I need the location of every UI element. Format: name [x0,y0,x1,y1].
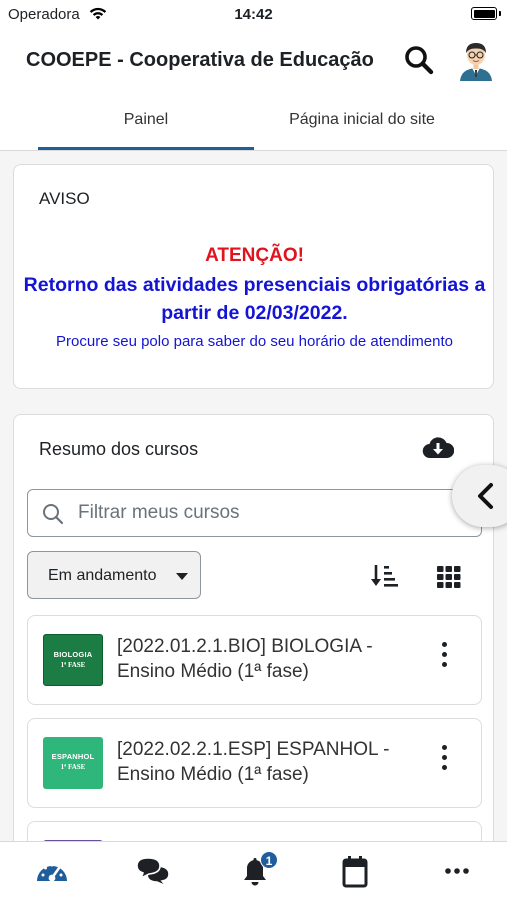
notice-block: AVISO ATENÇÃO! Retorno das atividades pr… [13,164,494,389]
course-actions-menu[interactable] [434,745,454,777]
sort-icon [371,565,398,587]
nav-notifications[interactable]: 1 [235,851,278,888]
search-button[interactable] [400,41,438,79]
notice-body: ATENÇÃO! Retorno das atividades presenci… [14,245,495,353]
open-blocks-drawer-button[interactable] [452,465,507,527]
grid-icon [437,566,461,588]
more-icon [445,868,469,874]
dashboard-icon [37,863,67,882]
notice-alert: ATENÇÃO! [205,245,304,266]
course-image-phase: 1ª FASE [60,763,86,771]
course-image: ESPANHOL 1ª FASE [43,737,103,789]
course-status-dropdown[interactable]: Em andamento [27,551,201,599]
course-status-label: Em andamento [48,567,157,584]
display-mode-button[interactable] [434,563,464,591]
nav-dashboard[interactable] [32,854,72,888]
user-avatar[interactable] [456,39,496,81]
notification-badge: 1 [260,851,278,869]
nav-messages[interactable] [133,854,173,888]
course-overview-title: Resumo dos cursos [39,439,199,459]
search-icon [405,46,434,75]
tab-site-home[interactable]: Página inicial do site [254,92,470,150]
course-image-label: ESPANHOL [51,752,95,761]
course-item[interactable]: BIOLOGIA 1ª FASE [2022.01.2.1.BIO] BIOLO… [27,615,482,705]
nav-calendar[interactable] [335,854,375,888]
chevron-left-icon [478,483,493,509]
course-name[interactable]: [2022.01.2.1.BIO] BIOLOGIA - Ensino Médi… [117,634,422,684]
course-image-label: BIOLOGIA [53,650,93,659]
tab-bar: Painel Página inicial do site [0,92,507,150]
course-actions-menu[interactable] [434,642,454,674]
bottom-navigation: 1 [0,841,507,900]
battery-cap [499,11,501,16]
notice-main-text: Retorno das atividades presenciais obrig… [23,274,486,324]
battery-icon [471,7,497,20]
cloud-download-icon [422,437,455,459]
course-overview: Resumo dos cursos Em andamento [13,414,494,900]
notice-sub-text: Procure seu polo para saber do seu horár… [56,333,453,350]
app-header: COOEPE - Cooperativa de Educação [0,28,507,92]
course-filter-input[interactable] [78,500,468,526]
nav-more[interactable] [437,854,477,888]
course-image: BIOLOGIA 1ª FASE [43,634,103,686]
tab-divider [0,150,507,151]
course-image-phase: 1ª FASE [60,661,86,669]
download-button[interactable] [422,434,455,462]
calendar-icon [342,856,368,888]
avatar-icon [460,43,492,81]
search-icon [43,504,64,525]
course-name[interactable]: [2022.02.2.1.ESP] ESPANHOL - Ensino Médi… [117,737,422,787]
caret-down-icon [176,573,188,580]
messages-icon [136,857,170,887]
course-item[interactable]: ESPANHOL 1ª FASE [2022.02.2.1.ESP] ESPAN… [27,718,482,808]
tab-painel[interactable]: Painel [38,92,254,150]
sort-button[interactable] [370,562,400,590]
clock: 14:42 [234,6,273,23]
course-filter [27,489,482,537]
status-bar: Operadora 14:42 [0,0,507,28]
site-title: COOEPE - Cooperativa de Educação [26,49,374,71]
notice-heading: AVISO [39,189,90,208]
